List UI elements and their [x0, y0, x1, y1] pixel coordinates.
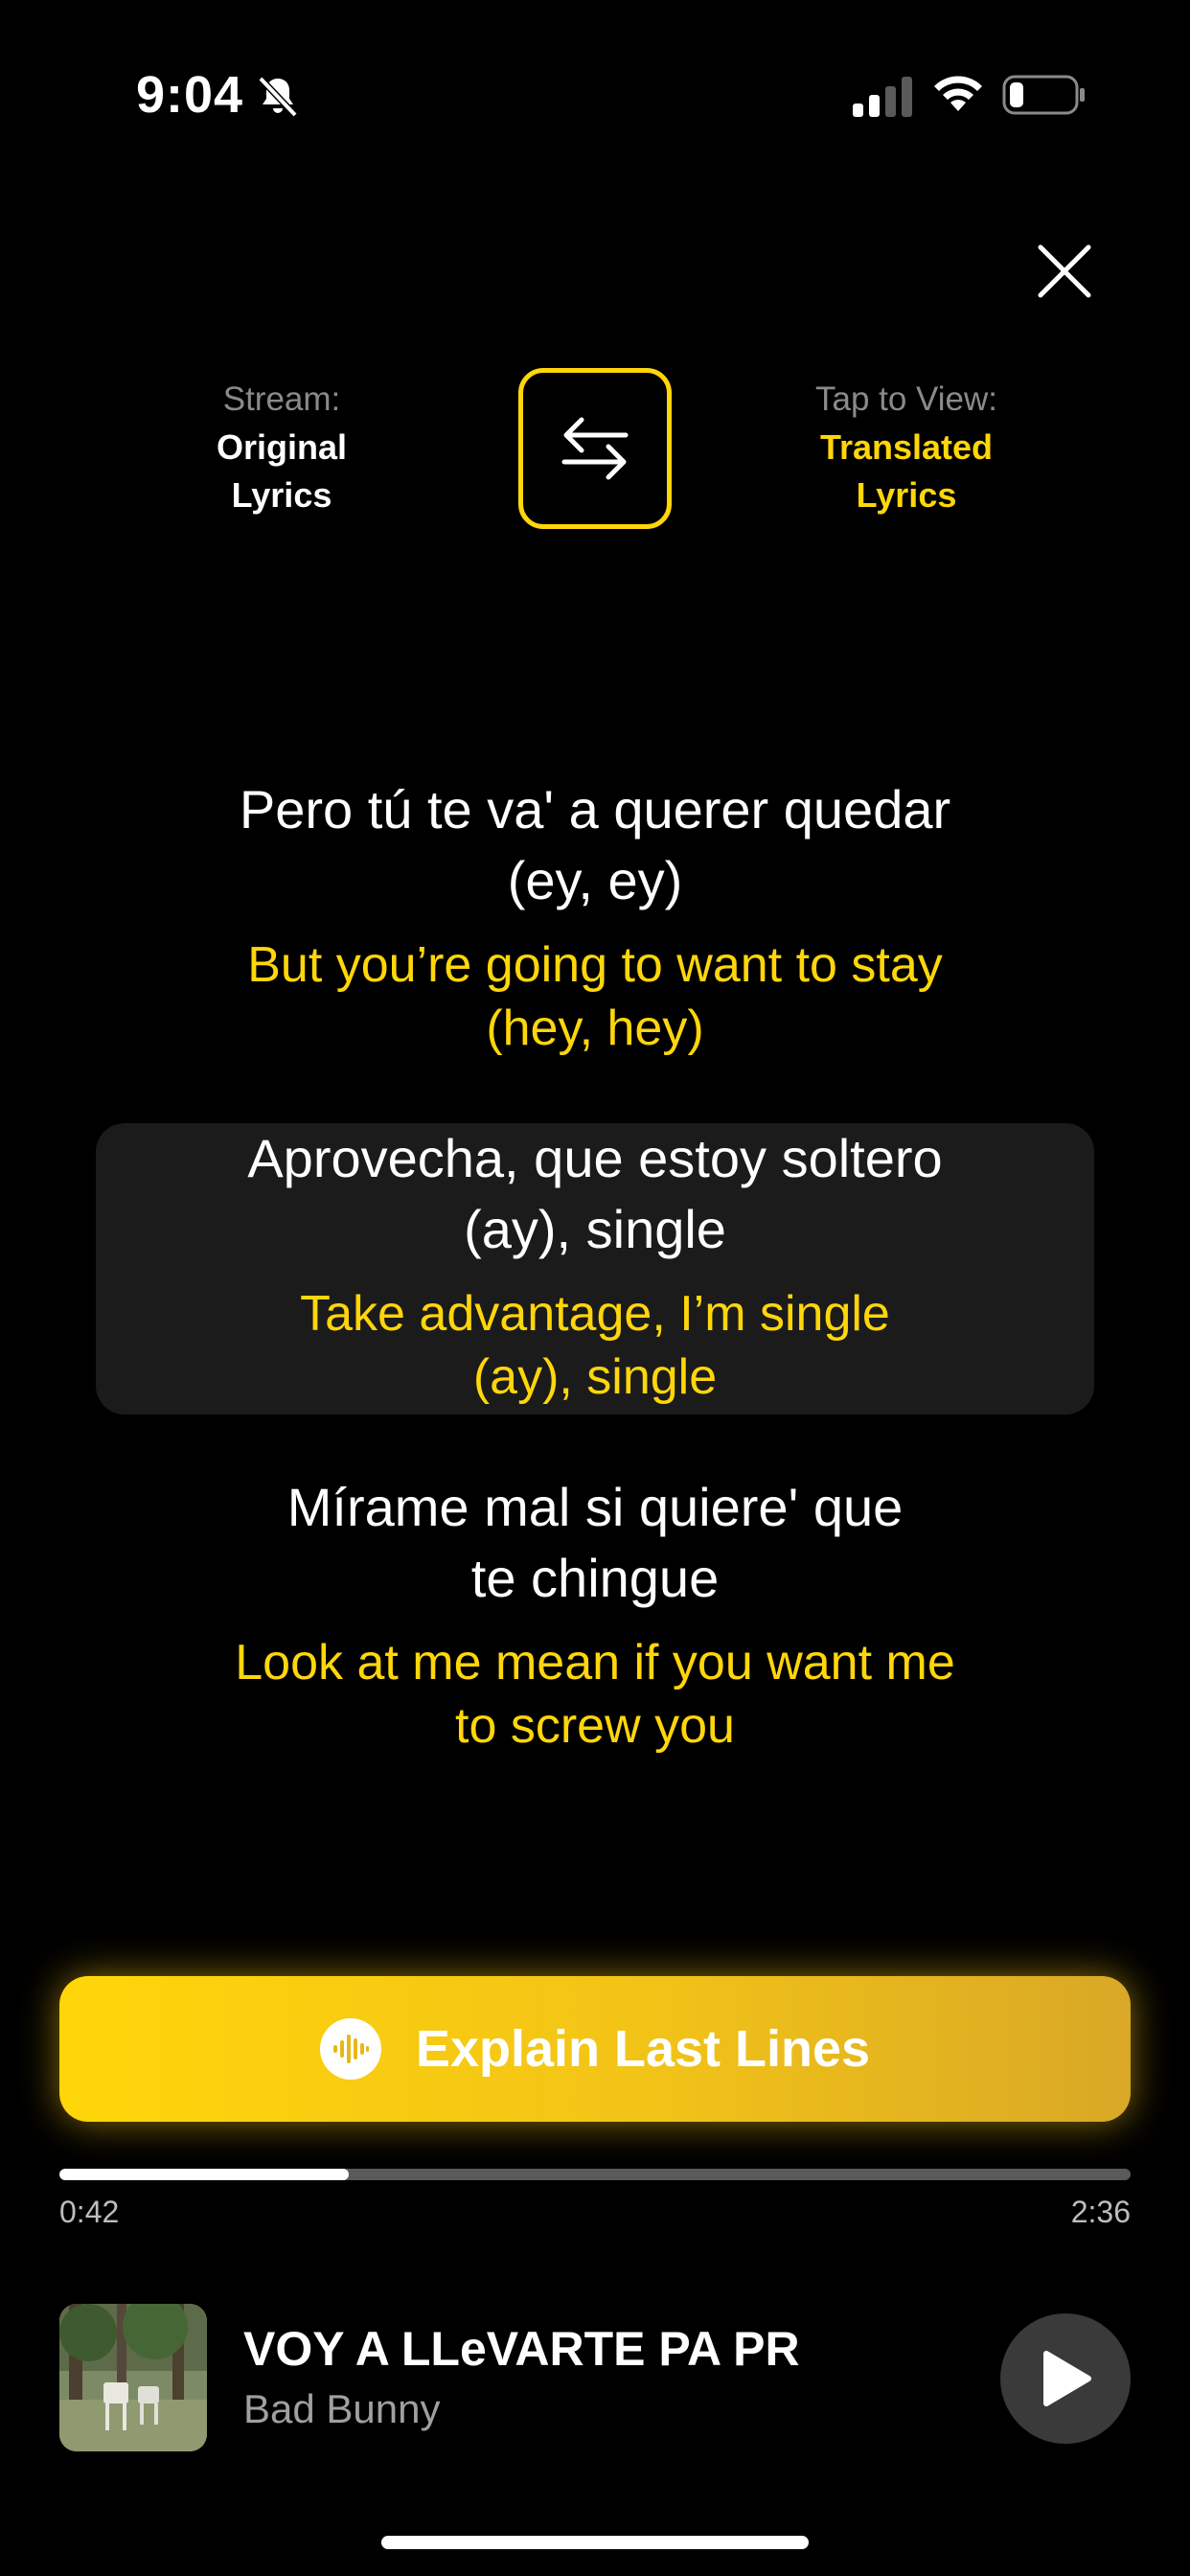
battery-icon: [1002, 75, 1085, 115]
status-time: 9:04: [136, 66, 244, 124]
lyric-line[interactable]: Pero tú te va' a querer quedar (ey, ey) …: [96, 774, 1094, 1060]
original-line: Aprovecha, que estoy soltero (ay), singl…: [96, 1123, 1094, 1265]
lyrics-screen: 9:04 Stream: Original Lyrics Tap to View…: [0, 0, 1190, 2576]
translated-line: Take advantage, I’m single (ay), single: [96, 1282, 1094, 1409]
original-text: (ay), single: [464, 1199, 726, 1259]
silent-bell-icon: [258, 76, 298, 118]
original-text: Mírame mal si quiere' que: [286, 1477, 904, 1537]
total-time: 2:36: [1070, 2195, 1131, 2229]
stream-original-lyrics: Stream: Original Lyrics: [138, 376, 425, 519]
view-translated-lyrics[interactable]: Tap to View: Translated Lyrics: [763, 376, 1050, 519]
original-lyrics-label-line2: Lyrics: [231, 475, 332, 515]
translated-line: But you’re going to want to stay (hey, h…: [96, 933, 1094, 1060]
song-artist: Bad Bunny: [243, 2386, 441, 2431]
stream-caption: Stream:: [222, 380, 341, 418]
play-button[interactable]: [1000, 2313, 1131, 2444]
home-indicator[interactable]: [381, 2536, 809, 2549]
lyric-line-current[interactable]: Aprovecha, que estoy soltero (ay), singl…: [96, 1123, 1094, 1414]
swap-lyrics-button[interactable]: [518, 368, 672, 529]
playback-progress-fill: [59, 2169, 349, 2180]
swap-arrows-icon: [561, 417, 629, 480]
translated-text: Look at me mean if you want me: [235, 1635, 955, 1690]
translated-line: Look at me mean if you want me to screw …: [96, 1631, 1094, 1758]
translated-text: Take advantage, I’m single: [300, 1286, 890, 1342]
original-line: Mírame mal si quiere' que te chingue: [96, 1472, 1094, 1614]
wifi-icon: [934, 76, 982, 111]
translated-lyrics-label-line1: Translated: [819, 427, 994, 467]
lyric-line[interactable]: Mírame mal si quiere' que te chingue Loo…: [96, 1472, 1094, 1758]
original-line: Pero tú te va' a querer quedar (ey, ey): [96, 774, 1094, 916]
original-text: (ey, ey): [507, 850, 683, 910]
cellular-signal-icon: [853, 77, 912, 117]
explain-button-label: Explain Last Lines: [415, 2020, 871, 2078]
original-text: Aprovecha, que estoy soltero: [247, 1128, 943, 1188]
explain-last-lines-button[interactable]: Explain Last Lines: [59, 1976, 1131, 2122]
play-icon: [1043, 2351, 1091, 2406]
translated-text: to screw you: [455, 1698, 735, 1754]
song-title: VOY A LLeVARTE PA PR: [243, 2322, 800, 2376]
close-button[interactable]: [1035, 242, 1094, 301]
translated-text: But you’re going to want to stay: [247, 937, 943, 993]
album-art: [59, 2304, 207, 2451]
original-text: te chingue: [470, 1548, 720, 1608]
translated-text: (ay), single: [472, 1349, 718, 1405]
original-lyrics-label-line1: Original: [216, 427, 348, 467]
tap-to-view-caption: Tap to View:: [814, 380, 998, 418]
elapsed-time: 0:42: [59, 2195, 120, 2229]
translated-text: (hey, hey): [486, 1000, 704, 1056]
translated-lyrics-label-line2: Lyrics: [856, 475, 957, 515]
original-text: Pero tú te va' a querer quedar: [239, 779, 951, 840]
soundwave-icon: [319, 2018, 381, 2080]
playback-progress-bar[interactable]: [59, 2169, 1131, 2180]
